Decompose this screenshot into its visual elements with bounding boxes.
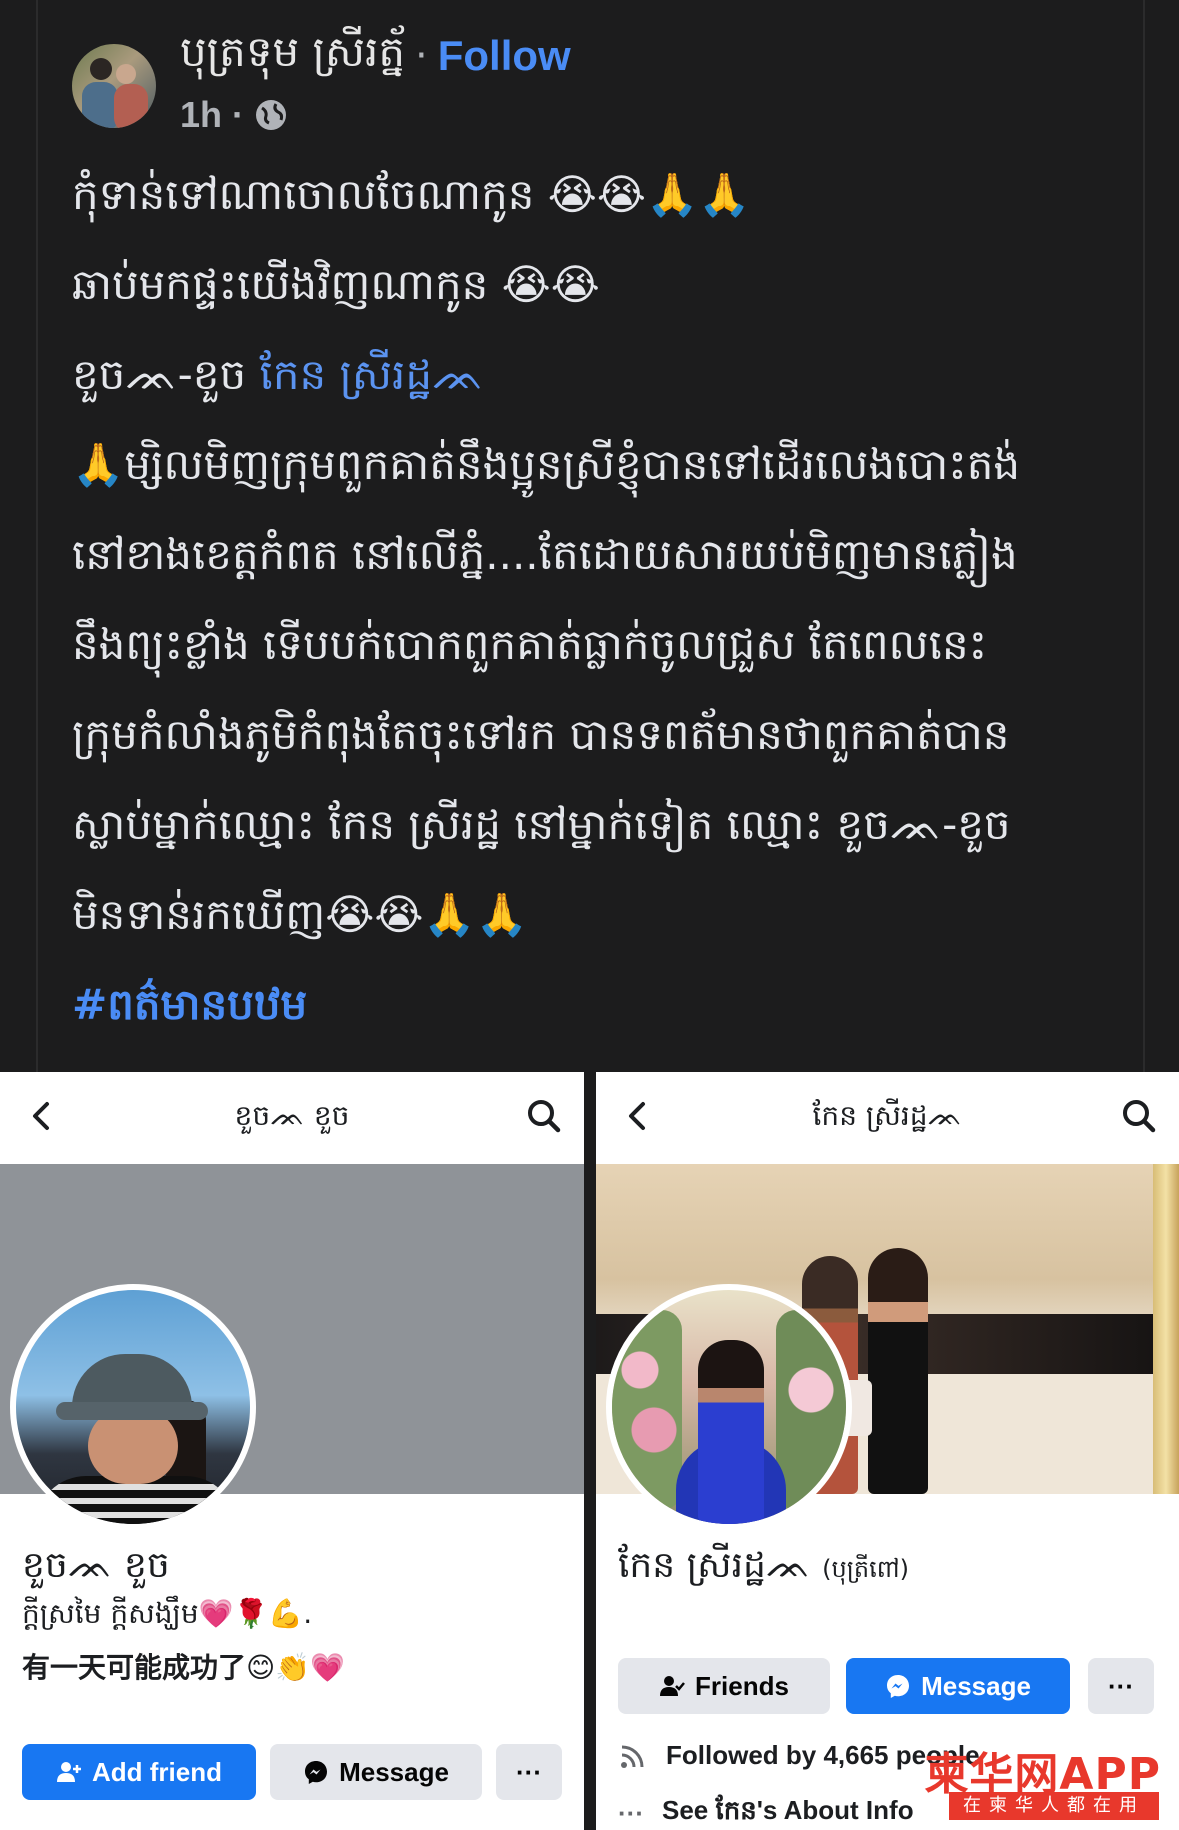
post-line: ស្លាប់ម្នាក់ឈ្មោះ កែន ស្រីរដ្ឋ នៅម្នាក់ទ… bbox=[72, 800, 1011, 849]
panel-divider bbox=[584, 1072, 596, 1830]
add-friend-button[interactable]: Add friend bbox=[22, 1744, 256, 1800]
about-info-row[interactable]: ··· See កែន's About Info bbox=[618, 1794, 914, 1830]
friends-button[interactable]: Friends bbox=[618, 1658, 830, 1714]
message-button[interactable]: Message bbox=[270, 1744, 482, 1800]
rss-icon bbox=[621, 1745, 644, 1768]
more-label: ··· bbox=[516, 1756, 542, 1787]
profile-bio-2: 有一天可能成功了😊👏💗 bbox=[22, 1651, 345, 1684]
profile-bio: ក្តីស្រមៃ ក្តីសង្ឃឹម💗🌹💪. bbox=[22, 1597, 313, 1630]
mention-prefix: ខួចᨏ-ខួច bbox=[72, 350, 260, 399]
post-line: 🙏ម្សិលមិញក្រុមពួកគាត់នឹងប្អូនស្រីខ្ញុំបា… bbox=[72, 440, 1021, 489]
message-button[interactable]: Message bbox=[846, 1658, 1070, 1714]
more-button[interactable]: ··· bbox=[496, 1744, 562, 1800]
top-bar: កែន ស្រីរដ្ឋᨏ bbox=[596, 1072, 1179, 1164]
mention-line: ខួចᨏ-ខួច កែន ស្រីរដ្ឋᨏ bbox=[72, 330, 1122, 420]
watermark-logo: 柬华网APP 在柬华人都在用 bbox=[924, 1738, 1169, 1824]
friends-icon bbox=[660, 1676, 685, 1696]
profile-name-text: កែន ស្រីរដ្ឋᨏ bbox=[618, 1545, 811, 1586]
post-line: នឹងព្យុះខ្លាំង ទើបបក់បោកពួកគាត់ធ្លាក់ចូល… bbox=[72, 620, 988, 669]
message-label: Message bbox=[921, 1670, 1031, 1701]
friends-label: Friends bbox=[695, 1670, 789, 1701]
add-friend-icon bbox=[57, 1762, 81, 1782]
messenger-icon bbox=[305, 1761, 328, 1784]
profile-name: កែន ស្រីរដ្ឋᨏ (បុត្រីពៅ) bbox=[618, 1542, 909, 1595]
post-line: ឆាប់មកផ្ទះយើងវិញណាកូន 😭😭 bbox=[72, 260, 600, 309]
post-line: កុំទាន់ទៅណាចោលចែណាកូន 😭😭🙏🙏 bbox=[72, 170, 751, 219]
post-line: មិនទាន់រកឃើញ😭😭🙏🙏 bbox=[72, 890, 529, 939]
post-line: នៅខាងខេត្តកំពត នៅលើភ្នំ....តែដោយសារយប់មិ… bbox=[72, 530, 1018, 579]
watermark-sub: 在柬华人都在用 bbox=[949, 1792, 1159, 1820]
author-row: បុត្រទុម ស្រីរត្ន័ · Follow bbox=[180, 27, 571, 82]
post-body: កុំទាន់ទៅណាចោលចែណាកូន 😭😭🙏🙏 ឆាប់មកផ្ទះយើង… bbox=[72, 150, 1122, 1050]
profile-picture[interactable] bbox=[10, 1284, 256, 1530]
post-time[interactable]: 1h bbox=[180, 94, 222, 136]
more-button[interactable]: ··· bbox=[1088, 1658, 1154, 1714]
profile-panel-right: កែន ស្រីរដ្ឋᨏ កែន ស្រីរដ្ឋᨏ (បុត្រីពៅ) F… bbox=[596, 1072, 1179, 1830]
add-friend-label: Add friend bbox=[92, 1756, 222, 1787]
follow-button[interactable]: Follow bbox=[438, 32, 571, 80]
about-info-text: See កែន's About Info bbox=[661, 1795, 914, 1825]
mention-link[interactable]: កែន ស្រីរដ្ឋᨏ bbox=[259, 350, 484, 399]
profile-panel-left: ខួចᨏ ខួច ខួចᨏ ខួច ក្តីស្រមៃ ក្តីសង្ឃឹម💗🌹… bbox=[0, 1072, 584, 1830]
profile-title: ខួចᨏ ខួច bbox=[234, 1099, 350, 1132]
profile-title: កែន ស្រីរដ្ឋᨏ bbox=[812, 1099, 963, 1132]
profile-name: ខួចᨏ ខួច bbox=[22, 1545, 170, 1586]
separator: · bbox=[415, 33, 428, 79]
search-icon[interactable] bbox=[1119, 1096, 1159, 1136]
hashtag-link[interactable]: #ពត៌មានបឋម bbox=[72, 960, 1122, 1050]
more-label: ··· bbox=[1108, 1670, 1134, 1701]
about-dots: ··· bbox=[618, 1797, 644, 1828]
meta-separator: · bbox=[232, 94, 245, 135]
author-avatar[interactable] bbox=[72, 44, 156, 128]
author-name[interactable]: បុត្រទុម ស្រីរត្ន័ bbox=[180, 25, 405, 87]
back-icon[interactable] bbox=[618, 1096, 658, 1136]
post-meta: 1h · bbox=[180, 94, 288, 136]
post-line: ក្រុមកំលាំងភូមិកំពុងតែចុះទៅរក បានទពត័មាន… bbox=[72, 710, 1010, 759]
messenger-icon bbox=[887, 1675, 910, 1698]
profile-name-suffix: (បុត្រីពៅ) bbox=[822, 1555, 909, 1583]
message-label: Message bbox=[339, 1756, 449, 1787]
search-icon[interactable] bbox=[524, 1096, 564, 1136]
globe-icon bbox=[256, 100, 287, 130]
profile-picture[interactable] bbox=[606, 1284, 852, 1530]
top-bar: ខួចᨏ ខួច bbox=[0, 1072, 584, 1164]
back-icon[interactable] bbox=[22, 1096, 62, 1136]
post: បុត្រទុម ស្រីរត្ន័ · Follow 1h · កុំទាន់… bbox=[0, 0, 1179, 1072]
